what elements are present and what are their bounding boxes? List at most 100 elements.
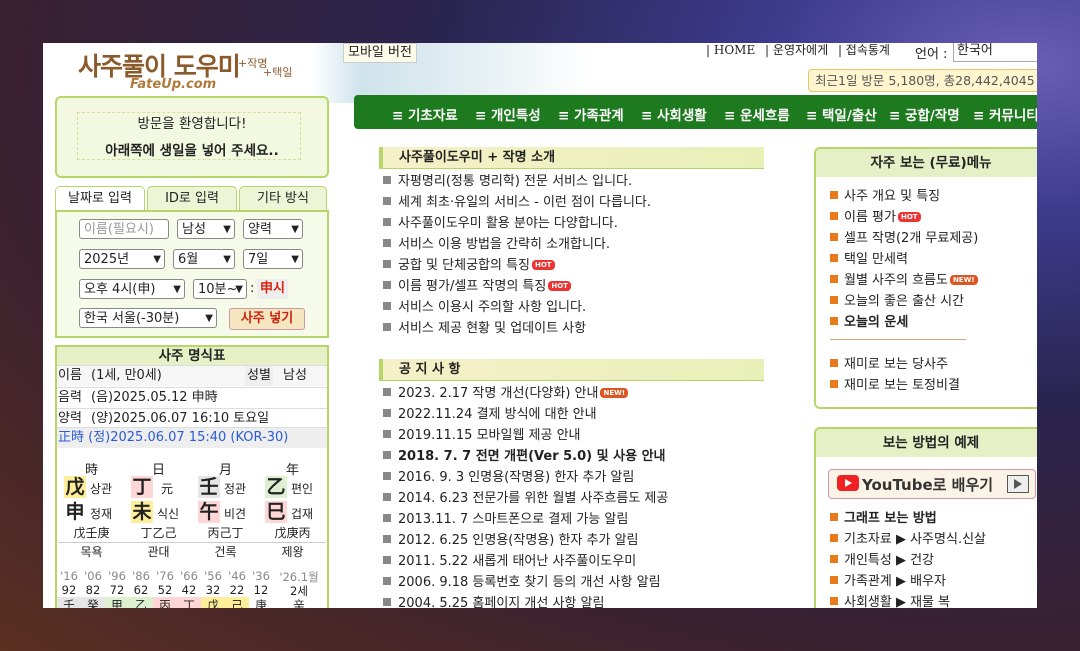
notice-item[interactable]: 2004. 5.25 홈페이지 개선 사항 알림 [383,592,604,608]
notice-item[interactable]: 2014. 6.23 전문가를 위한 월별 사주흐름도 제공 [383,487,668,506]
solar-row: 양력 (양)2025.06.07 16:10 토요일 [57,408,327,429]
pillar-stem: 壬 [198,476,220,498]
life-stage: 관대 [125,542,192,560]
nav-personal[interactable]: ≡ 개인특성 [475,104,541,124]
branch-role: 정재 [90,507,113,521]
stem-role: 상관 [90,482,113,496]
gender-select[interactable]: 남성 ▼ [177,219,235,239]
intro-item[interactable]: 서비스 제공 현황 및 업데이트 사항 [383,317,586,336]
language-select[interactable]: 한국어 [953,43,1037,62]
dae-year: '86 [132,569,150,583]
nav-basic[interactable]: ≡ 기초자료 [392,104,458,124]
lunar-row: 음력 (음)2025.05.12 申時 [57,387,327,408]
intro-item-text: 서비스 이용 방법을 간략히 소개합니다. [398,237,611,252]
welcome-text: 방문을 환영합니다! [137,116,247,132]
dae-stem: 辛 [293,598,305,608]
mobile-version-button[interactable]: 모바일 버전 [343,43,417,63]
intro-item[interactable]: 사주풀이도우미 활용 분야는 다양합니다. [383,212,618,231]
day-select[interactable]: 7일 ▼ [243,249,303,269]
free-menu-item[interactable]: 셀프 작명(2개 무료제공) [830,227,978,246]
example-item[interactable]: 그래프 보는 방법 [830,507,937,526]
minute-select[interactable]: 10분~ ▼ [193,279,247,299]
play-icon [1007,475,1029,493]
intro-item[interactable]: 서비스 이용시 주의할 사항 입니다. [383,296,586,315]
intro-item[interactable]: 서비스 이용 방법을 간략히 소개합니다. [383,233,610,252]
branch-role: 겁재 [291,507,314,521]
nav-family[interactable]: ≡ 가족관계 [558,104,624,124]
tab-other-input[interactable]: 기타 방식 [239,186,327,211]
nav-date-birth[interactable]: ≡ 택일/출산 [806,104,877,124]
intro-item[interactable]: 궁합 및 단체궁합의 특징 HOT [383,254,555,273]
notice-item-text: 2012. 6.25 인명용(작명용) 한자 추가 알림 [398,533,639,548]
home-link[interactable]: | HOME [706,43,755,57]
nav-match-naming[interactable]: ≡ 궁합/작명 [889,104,960,124]
notice-item[interactable]: 2023. 2.17 작명 개선(다양화) 안내 NEW! [383,382,629,401]
free-menu-item[interactable]: 오늘의 좋은 출산 시간 [830,290,964,309]
free-menu-item[interactable]: 이름 평가 HOT [830,206,921,225]
free-menu-item[interactable]: 택일 만세력 [830,248,908,267]
dae-age: 42 [181,583,197,597]
city-select[interactable]: 한국 서울(-30분) ▼ [79,308,217,328]
dae-stem: 丁 [177,597,201,608]
nav-community[interactable]: ≡ 커뮤니티 [973,104,1037,124]
dae-age: 92 [61,583,77,597]
free-menu-item[interactable]: 재미로 보는 토정비결 [830,374,960,393]
free-menu-item[interactable]: 사주 개요 및 특징 [830,185,940,204]
calendar-select[interactable]: 양력 ▼ [243,219,303,239]
submit-saju-button[interactable]: 사주 넣기 [229,308,305,330]
tab-id-input[interactable]: ID로 입력 [147,186,237,211]
example-item[interactable]: 사회생활 ▶ 재물 복 [830,591,950,608]
notice-item-text: 2006. 9.18 등록번호 찾기 등의 개선 사항 알림 [398,575,661,590]
notice-item[interactable]: 2013.11. 7 스마트폰으로 결제 가능 알림 [383,508,628,527]
contact-admin-link[interactable]: | 운영자에게 [765,43,828,57]
year-select[interactable]: 2025년 ▼ [79,249,165,269]
logo-url: FateUp.com [130,77,217,92]
notice-item[interactable]: 2019.11.15 모바일웹 제공 안내 [383,424,581,443]
intro-item[interactable]: 자평명리(정통 명리학) 전문 서비스 입니다. [383,170,632,189]
welcome-box: 방문을 환영합니다! 아래쪽에 생일을 넣어 주세요.. [55,96,329,178]
intro-item[interactable]: 이름 평가/셀프 작명의 특징 HOT [383,275,571,294]
example-item[interactable]: 개인특성 ▶ 건강 [830,549,934,568]
notice-item[interactable]: 2011. 5.22 새롭게 태어난 사주풀이도우미 [383,550,636,569]
lunar-value: (음)2025.05.12 申時 [91,390,218,405]
new-badge: NEW! [949,275,978,285]
top-links: | HOME | 운영자에게 | 접속통계 [706,43,896,58]
saju-chart: 사주 명식표 이름 (1세, 만0세) 성별 남성 음력 (음)2025.05.… [55,345,329,608]
notice-item-text: 2013.11. 7 스마트폰으로 결제 가능 알림 [398,512,629,527]
intro-item-text: 자평명리(정통 명리학) 전문 서비스 입니다. [398,174,633,189]
chevron-down-icon: ▼ [223,224,231,235]
dae-year: '06 [84,569,102,583]
nav-fortune[interactable]: ≡ 운세흐름 [724,104,790,124]
example-item[interactable]: 가족관계 ▶ 배우자 [830,570,946,589]
free-menu-item[interactable]: 월별 사주의 흐름도 NEW! [830,269,978,288]
gender-label: 성별 [245,366,273,386]
language-label: 언어 : [915,47,948,62]
pillar-stem: 戊 [64,476,86,498]
intro-item-text: 궁합 및 단체궁합의 특징 [398,258,530,273]
dae-age: 52 [157,583,173,597]
notice-item[interactable]: 2012. 6.25 인명용(작명용) 한자 추가 알림 [383,529,639,548]
example-item[interactable]: 기초자료 ▶ 사주명식.신살 [830,528,986,547]
notice-item[interactable]: 2018. 7. 7 전면 개편(Ver 5.0) 및 사용 안내 [383,445,666,464]
youtube-learn-button[interactable]: YouTube로 배우기 [828,469,1036,499]
youtube-icon [837,475,859,491]
free-menu-item[interactable]: 재미로 보는 당사주 [830,353,948,372]
name-row: 이름 (1세, 만0세) 성별 남성 [57,365,327,386]
hidden-stems: 戊庚丙 [274,526,311,540]
examples-box: 보는 방법의 예제 YouTube로 배우기 그래프 보는 방법 기초자료 ▶ … [814,427,1037,608]
nav-social[interactable]: ≡ 사회생활 [641,104,707,124]
site-logo[interactable]: 사주풀이 도우미 +작명 +택일 FateUp.com [78,47,298,97]
month-select[interactable]: 6월 ▼ [173,249,235,269]
free-menu-item-text: 오늘의 좋은 출산 시간 [844,294,965,309]
solar-value: (양)2025.06.07 16:10 토요일 [91,411,270,426]
notice-item-text: 2022.11.24 결제 방식에 대한 안내 [398,407,597,422]
notice-item[interactable]: 2022.11.24 결제 방식에 대한 안내 [383,403,597,422]
name-input[interactable]: 이름(필요시) [79,219,169,239]
notice-item[interactable]: 2006. 9.18 등록번호 찾기 등의 개선 사항 알림 [383,571,661,590]
tab-date-input[interactable]: 날짜로 입력 [55,186,145,212]
free-menu-item[interactable]: 오늘의 운세 [830,311,908,330]
stats-link[interactable]: | 접속통계 [838,43,890,57]
intro-item[interactable]: 세계 최초·유일의 서비스 - 이런 점이 다릅니다. [383,191,651,210]
notice-item[interactable]: 2016. 9. 3 인명용(작명용) 한자 추가 알림 [383,466,634,485]
hour-select[interactable]: 오후 4시(申) ▼ [79,279,185,299]
